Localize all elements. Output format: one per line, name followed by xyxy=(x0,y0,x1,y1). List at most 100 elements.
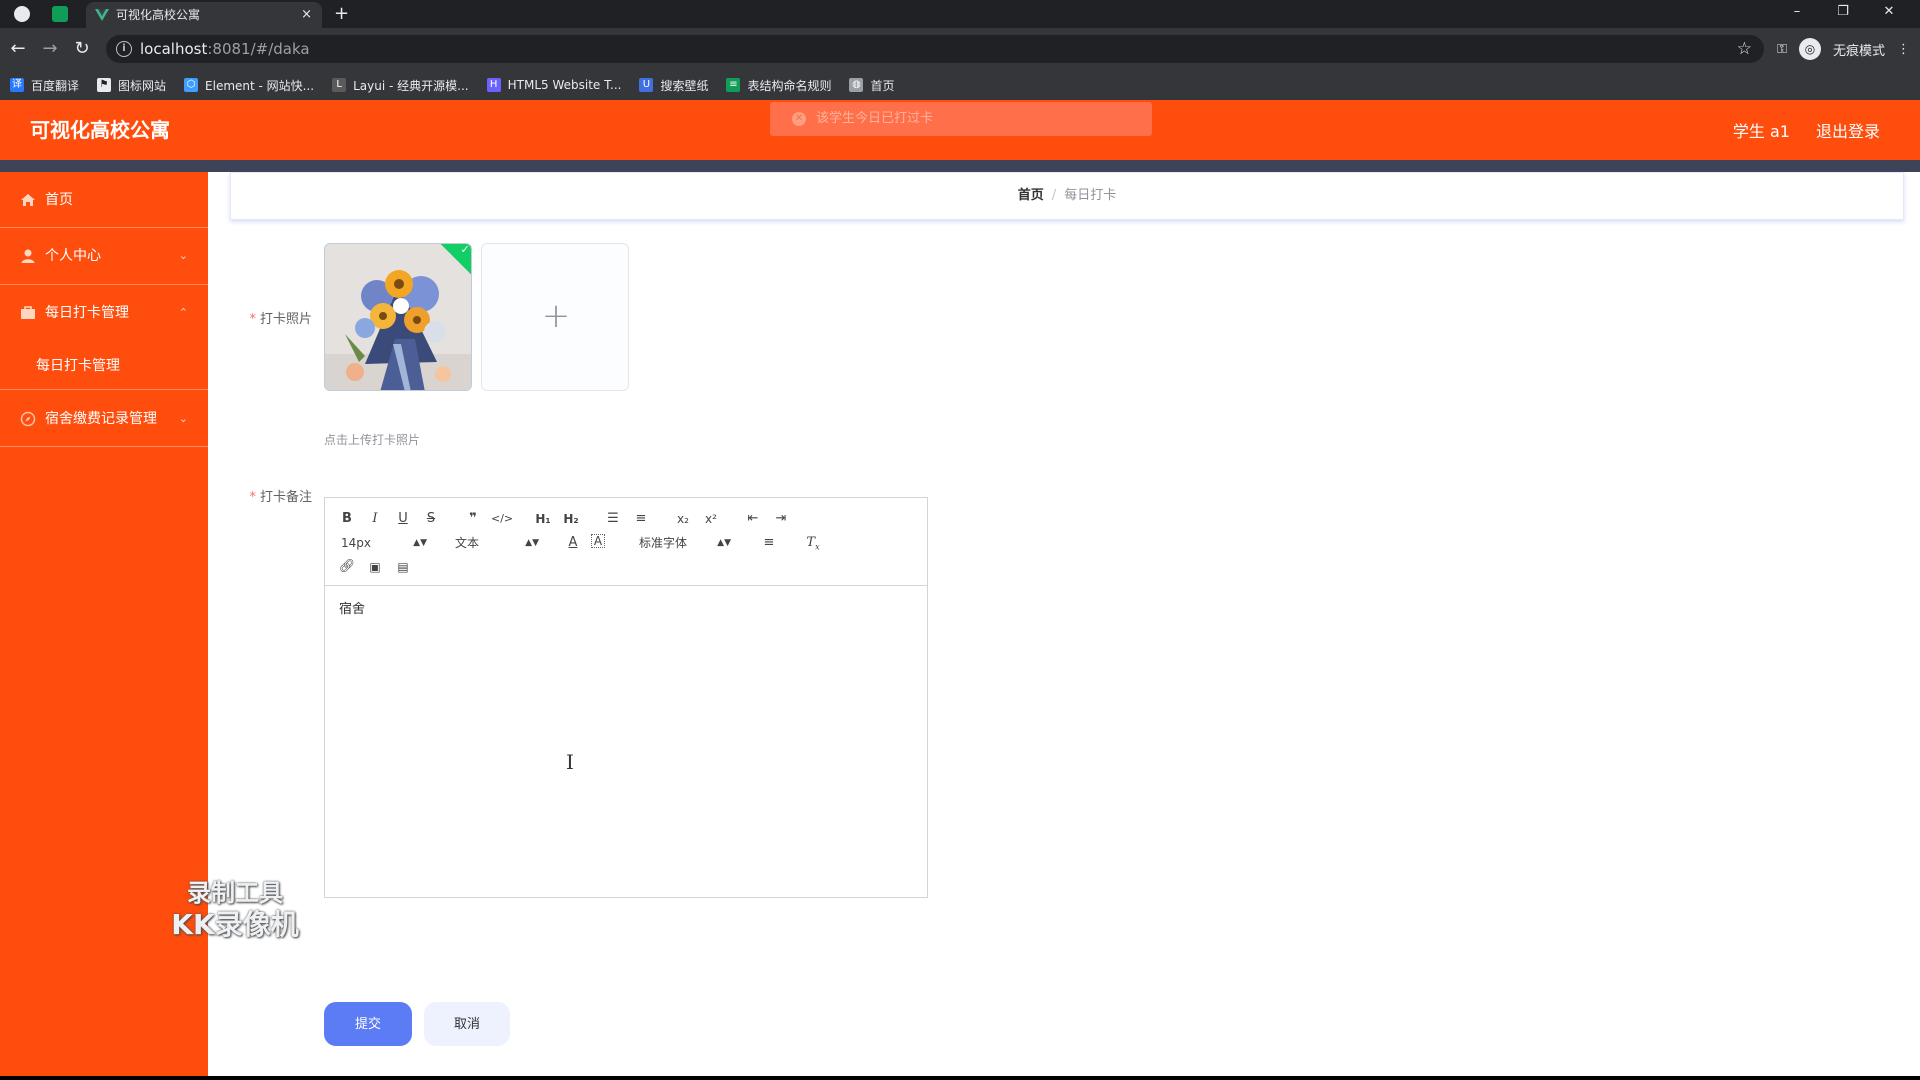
header-select[interactable]: 文本 ▲▼ xyxy=(455,534,539,552)
bookmark-label: 搜索壁纸 xyxy=(660,78,709,93)
site-info-icon[interactable]: i xyxy=(116,41,132,57)
chevron-down-icon: ⌄ xyxy=(178,249,188,262)
chrome-app-icon[interactable] xyxy=(14,6,30,22)
indent-icon[interactable]: ⇥ xyxy=(771,510,791,528)
bookmark-item[interactable]: ◍ 首页 xyxy=(849,77,895,94)
select-caret-icon: ▲▼ xyxy=(525,538,539,548)
outdent-icon[interactable]: ⇤ xyxy=(743,510,763,528)
bookmark-item[interactable]: ≡ 表结构命名规则 xyxy=(726,77,831,94)
image-icon[interactable]: ▣ xyxy=(365,558,385,576)
text-cursor-icon: I xyxy=(566,750,574,774)
bottom-edge xyxy=(0,1076,1920,1080)
bold-icon[interactable]: B xyxy=(337,510,357,528)
bookmark-favicon-icon: U xyxy=(639,78,654,92)
sheet-tab-icon[interactable] xyxy=(52,6,68,22)
chevron-down-icon: ⌄ xyxy=(178,412,188,425)
cancel-button[interactable]: 取消 xyxy=(424,1002,510,1046)
current-user: 学生 a1 xyxy=(1732,122,1790,141)
bullet-list-icon[interactable]: ≡ xyxy=(631,510,651,528)
uploaded-photo-thumbnail[interactable]: ✓ xyxy=(324,243,472,391)
clear-format-icon[interactable]: Tx xyxy=(803,534,823,552)
url-text[interactable]: localhost:8081/#/daka xyxy=(140,35,310,63)
align-icon[interactable]: ≡ xyxy=(759,534,779,552)
photo-label: * 打卡照片 xyxy=(249,312,312,327)
bouquet-photo xyxy=(325,244,471,390)
bookmark-favicon-icon: L xyxy=(332,78,347,92)
breadcrumb-home[interactable]: 首页 xyxy=(1018,188,1044,203)
breadcrumb-current: 每日打卡 xyxy=(1064,188,1117,203)
subscript-icon[interactable]: x₂ xyxy=(673,510,693,528)
bookmark-label: 首页 xyxy=(870,78,895,93)
bookmark-star-icon[interactable]: ☆ xyxy=(1737,35,1752,63)
editor-toolbar: B I U S ❞ </> H₁ H₂ ☰ ≡ x₂ x² ⇤ ⇥ 14px ▲▼… xyxy=(325,498,927,586)
compass-icon xyxy=(20,411,36,427)
close-window-button[interactable]: ✕ xyxy=(1866,0,1912,28)
vue-logo-icon xyxy=(95,9,109,21)
tab-active[interactable]: 可视化高校公寓 × xyxy=(86,2,322,28)
superscript-icon[interactable]: x² xyxy=(701,510,721,528)
heading-2-icon[interactable]: H₂ xyxy=(561,510,581,528)
link-icon[interactable]: 🔗︎ xyxy=(337,558,357,576)
bookmark-item[interactable]: ⚑ 图标网站 xyxy=(97,77,166,94)
bookmark-item[interactable]: L Layui - 经典开源模... xyxy=(332,77,469,94)
menu-kebab-icon[interactable]: ⋮ xyxy=(1897,42,1910,57)
browser-toolbar: ← → ↻ i localhost:8081/#/daka ☆ ⚿ ◎ 无痕模式… xyxy=(0,28,1920,70)
plus-icon: + xyxy=(541,296,571,336)
bookmark-item[interactable]: U 搜索壁纸 xyxy=(639,77,708,94)
heading-1-icon[interactable]: H₁ xyxy=(533,510,553,528)
code-block-icon[interactable]: </> xyxy=(491,510,513,528)
app-title: 可视化高校公寓 xyxy=(30,118,170,142)
bookmark-favicon-icon: ≡ xyxy=(726,78,741,92)
profile-label[interactable]: 无痕模式 xyxy=(1833,40,1885,59)
header-user-area: 学生 a1 退出登录 xyxy=(1733,100,1880,160)
back-icon[interactable]: ← xyxy=(6,37,30,61)
bookmark-favicon-icon: ⬡ xyxy=(184,78,199,92)
bookmark-item[interactable]: ⬡ Element - 网站快... xyxy=(184,77,314,94)
underline-icon[interactable]: U xyxy=(393,510,413,528)
error-toast: ✕ 该学生今日已打过卡 xyxy=(770,102,1152,136)
header-divider xyxy=(0,160,1920,172)
sidebar-item-home[interactable]: 首页 xyxy=(0,172,208,228)
sidebar-item-profile[interactable]: 个人中心 ⌄ xyxy=(0,228,208,285)
minimize-button[interactable]: – xyxy=(1774,0,1820,28)
ordered-list-icon[interactable]: ☰ xyxy=(603,510,623,528)
forward-icon[interactable]: → xyxy=(38,37,62,61)
logout-link[interactable]: 退出登录 xyxy=(1816,118,1880,142)
upload-photo-button[interactable]: + xyxy=(481,243,629,391)
check-icon: ✓ xyxy=(460,243,470,256)
submit-button[interactable]: 提交 xyxy=(324,1002,412,1046)
restore-button[interactable]: ❐ xyxy=(1820,0,1866,28)
home-icon xyxy=(21,194,35,206)
tab-close-icon[interactable]: × xyxy=(301,2,312,28)
reload-icon[interactable]: ↻ xyxy=(70,37,94,61)
bookmarks-bar: 译百度翻译 ⚑ 图标网站 ⬡ Element - 网站快... L Layui - 经典开源… xyxy=(0,70,1920,100)
required-mark: * xyxy=(249,490,256,505)
sidebar-subitem-checkin[interactable]: 每日打卡管理 xyxy=(0,342,208,390)
bookmark-label: 表结构命名规则 xyxy=(747,78,832,93)
bookmark-label: HTML5 Website T... xyxy=(507,78,622,92)
bookmark-favicon-icon: ⚑ xyxy=(97,78,112,92)
bookmark-favicon-icon: H xyxy=(486,78,501,92)
required-mark: * xyxy=(249,312,256,327)
recorder-watermark: 录制工具 KK录像机 xyxy=(171,879,299,941)
page-viewport: 可视化高校公寓 学生 a1 退出登录 ✕ 该学生今日已打过卡 首页 个人中心 ⌄ xyxy=(0,100,1920,1076)
incognito-icon[interactable]: ◎ xyxy=(1798,38,1821,60)
breadcrumb: 首页 / 每日打卡 xyxy=(230,172,1904,220)
strikethrough-icon[interactable]: S xyxy=(421,510,441,528)
video-icon[interactable]: ▤ xyxy=(393,558,413,576)
bookmark-label: Layui - 经典开源模... xyxy=(353,78,469,93)
sidebar-item-dorm-fee-records[interactable]: 宿舍缴费记录管理 ⌄ xyxy=(0,391,208,447)
font-size-select[interactable]: 14px ▲▼ xyxy=(341,534,427,552)
address-bar[interactable]: i localhost:8081/#/daka ☆ xyxy=(106,35,1764,63)
text-color-icon[interactable]: A xyxy=(563,534,583,552)
new-tab-button[interactable]: + xyxy=(334,2,349,26)
key-icon[interactable]: ⚿ xyxy=(1777,42,1787,57)
sidebar-item-checkin-management[interactable]: 每日打卡管理 ⌃ xyxy=(0,285,208,341)
editor-content[interactable]: 宿舍 xyxy=(339,598,365,617)
bookmark-item[interactable]: 译百度翻译 xyxy=(10,77,79,94)
background-color-icon[interactable]: A xyxy=(591,534,605,548)
blockquote-icon[interactable]: ❞ xyxy=(463,510,483,528)
bookmark-item[interactable]: H HTML5 Website T... xyxy=(486,78,622,92)
italic-icon[interactable]: I xyxy=(365,510,385,528)
font-family-select[interactable]: 标准字体 ▲▼ xyxy=(639,534,731,552)
